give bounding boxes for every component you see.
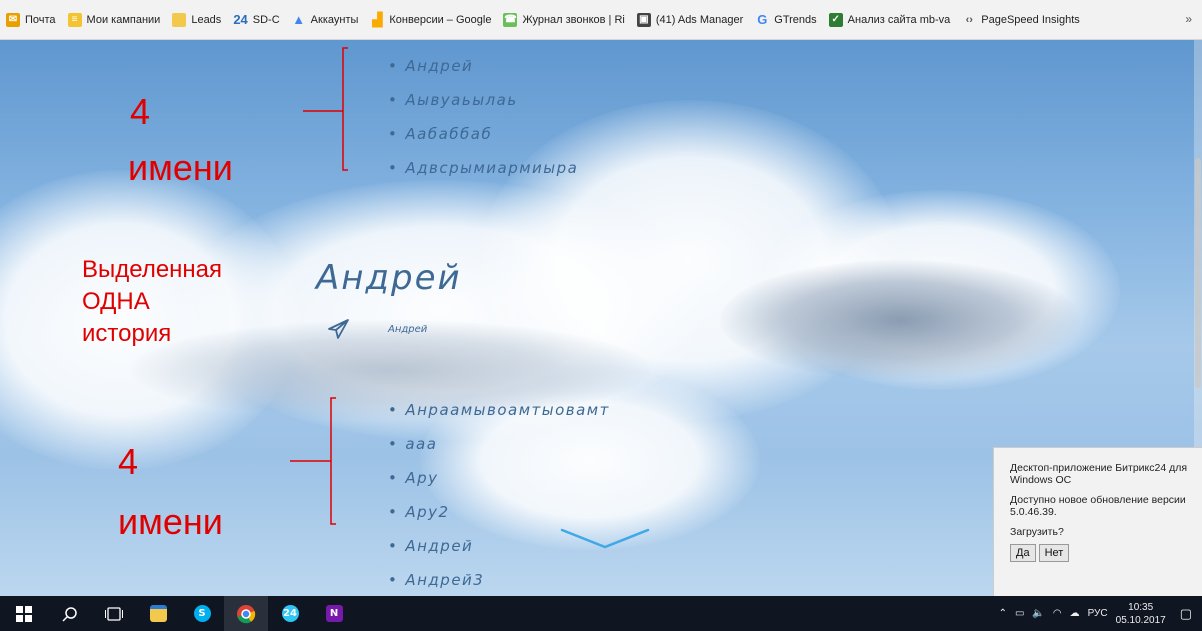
send-icon[interactable] — [326, 318, 350, 340]
language-indicator[interactable]: РУС — [1088, 608, 1108, 619]
google-icon: G — [757, 12, 768, 27]
popup-message: Доступно новое обновление версии 5.0.46.… — [1010, 494, 1186, 518]
story-title: Андрей — [316, 258, 462, 298]
bitrix24-icon: 24 — [233, 12, 248, 27]
bookmark-label: Leads — [191, 13, 222, 26]
cloud-shadow-decoration — [720, 260, 1080, 380]
chrome-icon[interactable] — [224, 596, 268, 631]
google-ads-icon: ▲ — [292, 12, 306, 27]
windows-start-icon[interactable] — [0, 596, 48, 631]
annotation-middle-line1: Выделенная — [82, 256, 223, 283]
notifications-icon[interactable]: ▢ — [1180, 606, 1192, 622]
annotation-top-word: имени — [128, 147, 233, 188]
clock-date: 05.10.2017 — [1115, 614, 1166, 626]
taskbar: S 24 N ⌃ ▭ 🔈 ◠ ☁ РУС 10:35 05.10.2017 ▢ — [0, 596, 1202, 631]
annotation-bottom-count: 4 — [118, 441, 139, 482]
folder-icon — [172, 12, 187, 27]
names-list-bottom: Анраамывоамтыовамт ааа Ару Ару2 Андрей А… — [388, 400, 610, 596]
system-tray: ⌃ ▭ 🔈 ◠ ☁ РУС 10:35 05.10.2017 ▢ — [999, 596, 1202, 631]
analytics-icon: ▟ — [372, 11, 383, 27]
bookmark-call-log[interactable]: ☎ Журнал звонков | Ri — [503, 12, 625, 27]
calltracking-icon: ☎ — [503, 12, 518, 27]
bookmark-label: Журнал звонков | Ri — [522, 13, 625, 26]
name-item[interactable]: Андрей3 — [388, 570, 610, 596]
bookmark-conversions[interactable]: ▟ Конверсии – Google — [370, 11, 492, 27]
bookmarks-bar: ✉ Почта ≡ Мои кампании Leads 24 SD-C ▲ Аккау… — [0, 0, 1202, 40]
name-item[interactable]: ааа — [388, 434, 610, 468]
volume-icon[interactable]: 🔈 — [1032, 608, 1044, 619]
bookmark-leads[interactable]: Leads — [172, 12, 222, 27]
popup-no-button[interactable]: Нет — [1038, 544, 1070, 562]
bookmark-label: SD-C — [252, 13, 280, 26]
bookmark-label: (41) Ads Manager — [655, 13, 744, 26]
bookmark-label: Почта — [25, 13, 56, 26]
popup-yes-button[interactable]: Да — [1010, 544, 1036, 562]
names-list-top: Андрей Аывуаьылаь Аабаббаб Адвсрымиармиы… — [388, 56, 578, 192]
search-icon[interactable] — [48, 596, 92, 631]
wifi-icon[interactable]: ◠ — [1053, 608, 1062, 619]
popup-title: Десктоп-приложение Битрикс24 для Windows… — [1010, 462, 1188, 486]
bookmark-accounts[interactable]: ▲ Аккаунты — [292, 12, 359, 27]
bookmark-site-analysis[interactable]: ✓ Анализ сайта mb-va — [828, 12, 951, 27]
bookmark-gtrends[interactable]: G GTrends — [755, 12, 817, 27]
task-view-icon[interactable] — [92, 596, 136, 631]
onenote-icon[interactable]: N — [312, 596, 356, 631]
bitrix24-app-icon[interactable]: 24 — [268, 596, 312, 631]
bookmark-ads-manager[interactable]: ▣ (41) Ads Manager — [636, 12, 744, 27]
annotation-middle-line3: история — [82, 320, 172, 347]
bookmark-pagespeed[interactable]: ‹› PageSpeed Insights — [962, 13, 1080, 27]
name-item[interactable]: Аывуаьылаь — [388, 90, 578, 124]
check-icon: ✓ — [828, 12, 843, 27]
popup-question: Загрузить? — [1010, 526, 1064, 538]
bookmark-sdc[interactable]: 24 SD-C — [233, 12, 280, 27]
bookmark-label: Аккаунты — [310, 13, 359, 26]
annotation-bottom-word: имени — [118, 501, 223, 542]
name-item[interactable]: Андрей — [388, 56, 578, 90]
bookmark-label: PageSpeed Insights — [981, 13, 1080, 26]
cloud-sync-icon[interactable]: ☁ — [1070, 608, 1080, 619]
clock[interactable]: 10:35 05.10.2017 — [1116, 601, 1166, 627]
file-explorer-icon[interactable] — [136, 596, 180, 631]
ads-manager-icon: ▣ — [636, 12, 651, 27]
update-notification-popup: Десктоп-приложение Битрикс24 для Windows… — [993, 447, 1202, 596]
bookmarks-more-button[interactable]: » — [1185, 12, 1192, 26]
chevron-up-icon[interactable]: ⌃ — [999, 608, 1007, 619]
mail-icon: ✉ — [6, 12, 20, 27]
campaign-icon: ≡ — [67, 12, 82, 27]
pagespeed-icon: ‹› — [965, 13, 973, 26]
name-item[interactable]: Ару — [388, 468, 610, 502]
name-item[interactable]: Адвсрымиармиыра — [388, 158, 578, 192]
story-subtitle: Андрей — [388, 324, 428, 335]
bookmark-label: Мои кампании — [86, 13, 161, 26]
annotation-middle-line2: ОДНА — [82, 288, 150, 315]
name-item[interactable]: Анраамывоамтыовамт — [388, 400, 610, 434]
bookmark-mail[interactable]: ✉ Почта — [6, 12, 56, 27]
skype-icon[interactable]: S — [180, 596, 224, 631]
clock-time: 10:35 — [1128, 601, 1154, 613]
bookmark-campaigns[interactable]: ≡ Мои кампании — [67, 12, 161, 27]
battery-icon[interactable]: ▭ — [1015, 608, 1024, 619]
chevron-down-icon[interactable] — [560, 528, 650, 550]
name-item[interactable]: Аабаббаб — [388, 124, 578, 158]
scrollbar-thumb[interactable] — [1195, 158, 1201, 388]
bookmark-label: GTrends — [774, 13, 817, 26]
annotation-top-count: 4 — [130, 91, 151, 132]
page-viewport: Андрей Аывуаьылаь Аабаббаб Адвсрымиармиы… — [0, 40, 1202, 596]
bookmark-label: Анализ сайта mb-va — [847, 13, 951, 26]
bookmark-label: Конверсии – Google — [389, 13, 492, 26]
